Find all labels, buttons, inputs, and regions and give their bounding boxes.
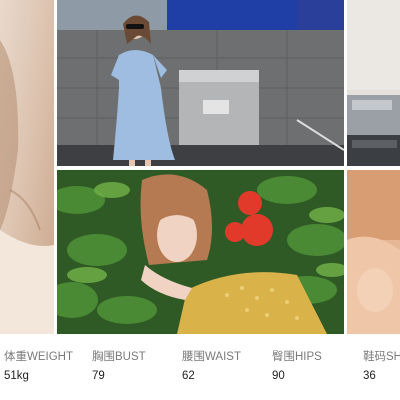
stat-waist-value: 62 <box>182 370 195 382</box>
right-top-image <box>347 0 400 166</box>
right-bottom-image <box>347 170 400 334</box>
left-portrait-image <box>0 0 54 334</box>
stat-waist-label: 腰围WAIST <box>182 351 241 363</box>
yellow-top-image <box>57 170 344 334</box>
stat-weight-label: 体重WEIGHT <box>4 351 73 363</box>
right-top-photo[interactable] <box>347 0 400 166</box>
stat-shoe-label: 鞋码SH <box>363 351 400 363</box>
stat-bust-value: 79 <box>92 370 105 382</box>
stat-weight-value: 51kg <box>4 370 29 382</box>
photo-yellow-top[interactable] <box>57 170 344 334</box>
photo-blue-dress[interactable] <box>57 0 344 166</box>
stat-hips-label: 臀围HIPS <box>272 351 322 363</box>
stat-bust-label: 胸围BUST <box>92 351 146 363</box>
measurements-bar: 体重WEIGHT 51kg 胸围BUST 79 腰围WAIST 62 臀围HIP… <box>0 334 400 400</box>
stat-shoe-value: 36 <box>363 370 376 382</box>
stat-hips-value: 90 <box>272 370 285 382</box>
right-bottom-photo[interactable] <box>347 170 400 334</box>
left-portrait-photo[interactable] <box>0 0 54 334</box>
blue-dress-image <box>57 0 344 166</box>
